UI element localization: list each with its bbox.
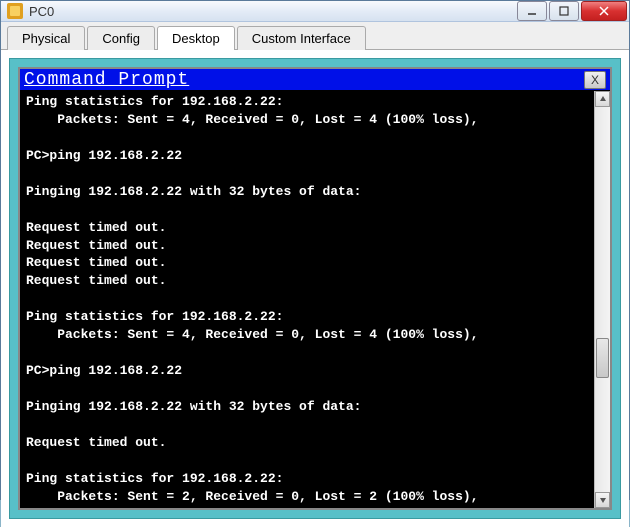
scroll-track[interactable] <box>595 107 610 492</box>
close-icon <box>599 6 609 16</box>
command-prompt-close-button[interactable]: X <box>584 71 606 89</box>
tab-config[interactable]: Config <box>87 26 155 50</box>
tab-custom-interface[interactable]: Custom Interface <box>237 26 366 50</box>
terminal-scrollbar[interactable] <box>594 91 610 508</box>
minimize-button[interactable] <box>517 1 547 21</box>
command-prompt-window: Command Prompt X Ping statistics for 192… <box>18 67 612 510</box>
maximize-icon <box>559 6 569 16</box>
scroll-thumb[interactable] <box>596 338 609 378</box>
titlebar[interactable]: PC0 <box>1 1 629 22</box>
app-icon <box>7 3 23 19</box>
tab-physical[interactable]: Physical <box>7 26 85 50</box>
tab-desktop[interactable]: Desktop <box>157 26 235 50</box>
workspace: Command Prompt X Ping statistics for 192… <box>1 50 629 527</box>
close-button[interactable] <box>581 1 627 21</box>
scroll-up-button[interactable] <box>595 91 610 107</box>
app-window: PC0 Physical Config Desktop Custom Inter… <box>0 0 630 500</box>
window-title: PC0 <box>29 4 515 19</box>
terminal-output[interactable]: Ping statistics for 192.168.2.22: Packet… <box>20 91 610 508</box>
chevron-up-icon <box>599 95 607 103</box>
desktop-frame: Command Prompt X Ping statistics for 192… <box>9 58 621 519</box>
window-controls <box>515 1 627 21</box>
command-prompt-title: Command Prompt <box>24 70 584 90</box>
tab-bar: Physical Config Desktop Custom Interface <box>1 22 629 50</box>
command-prompt-titlebar[interactable]: Command Prompt X <box>20 69 610 91</box>
maximize-button[interactable] <box>549 1 579 21</box>
minimize-icon <box>527 6 537 16</box>
